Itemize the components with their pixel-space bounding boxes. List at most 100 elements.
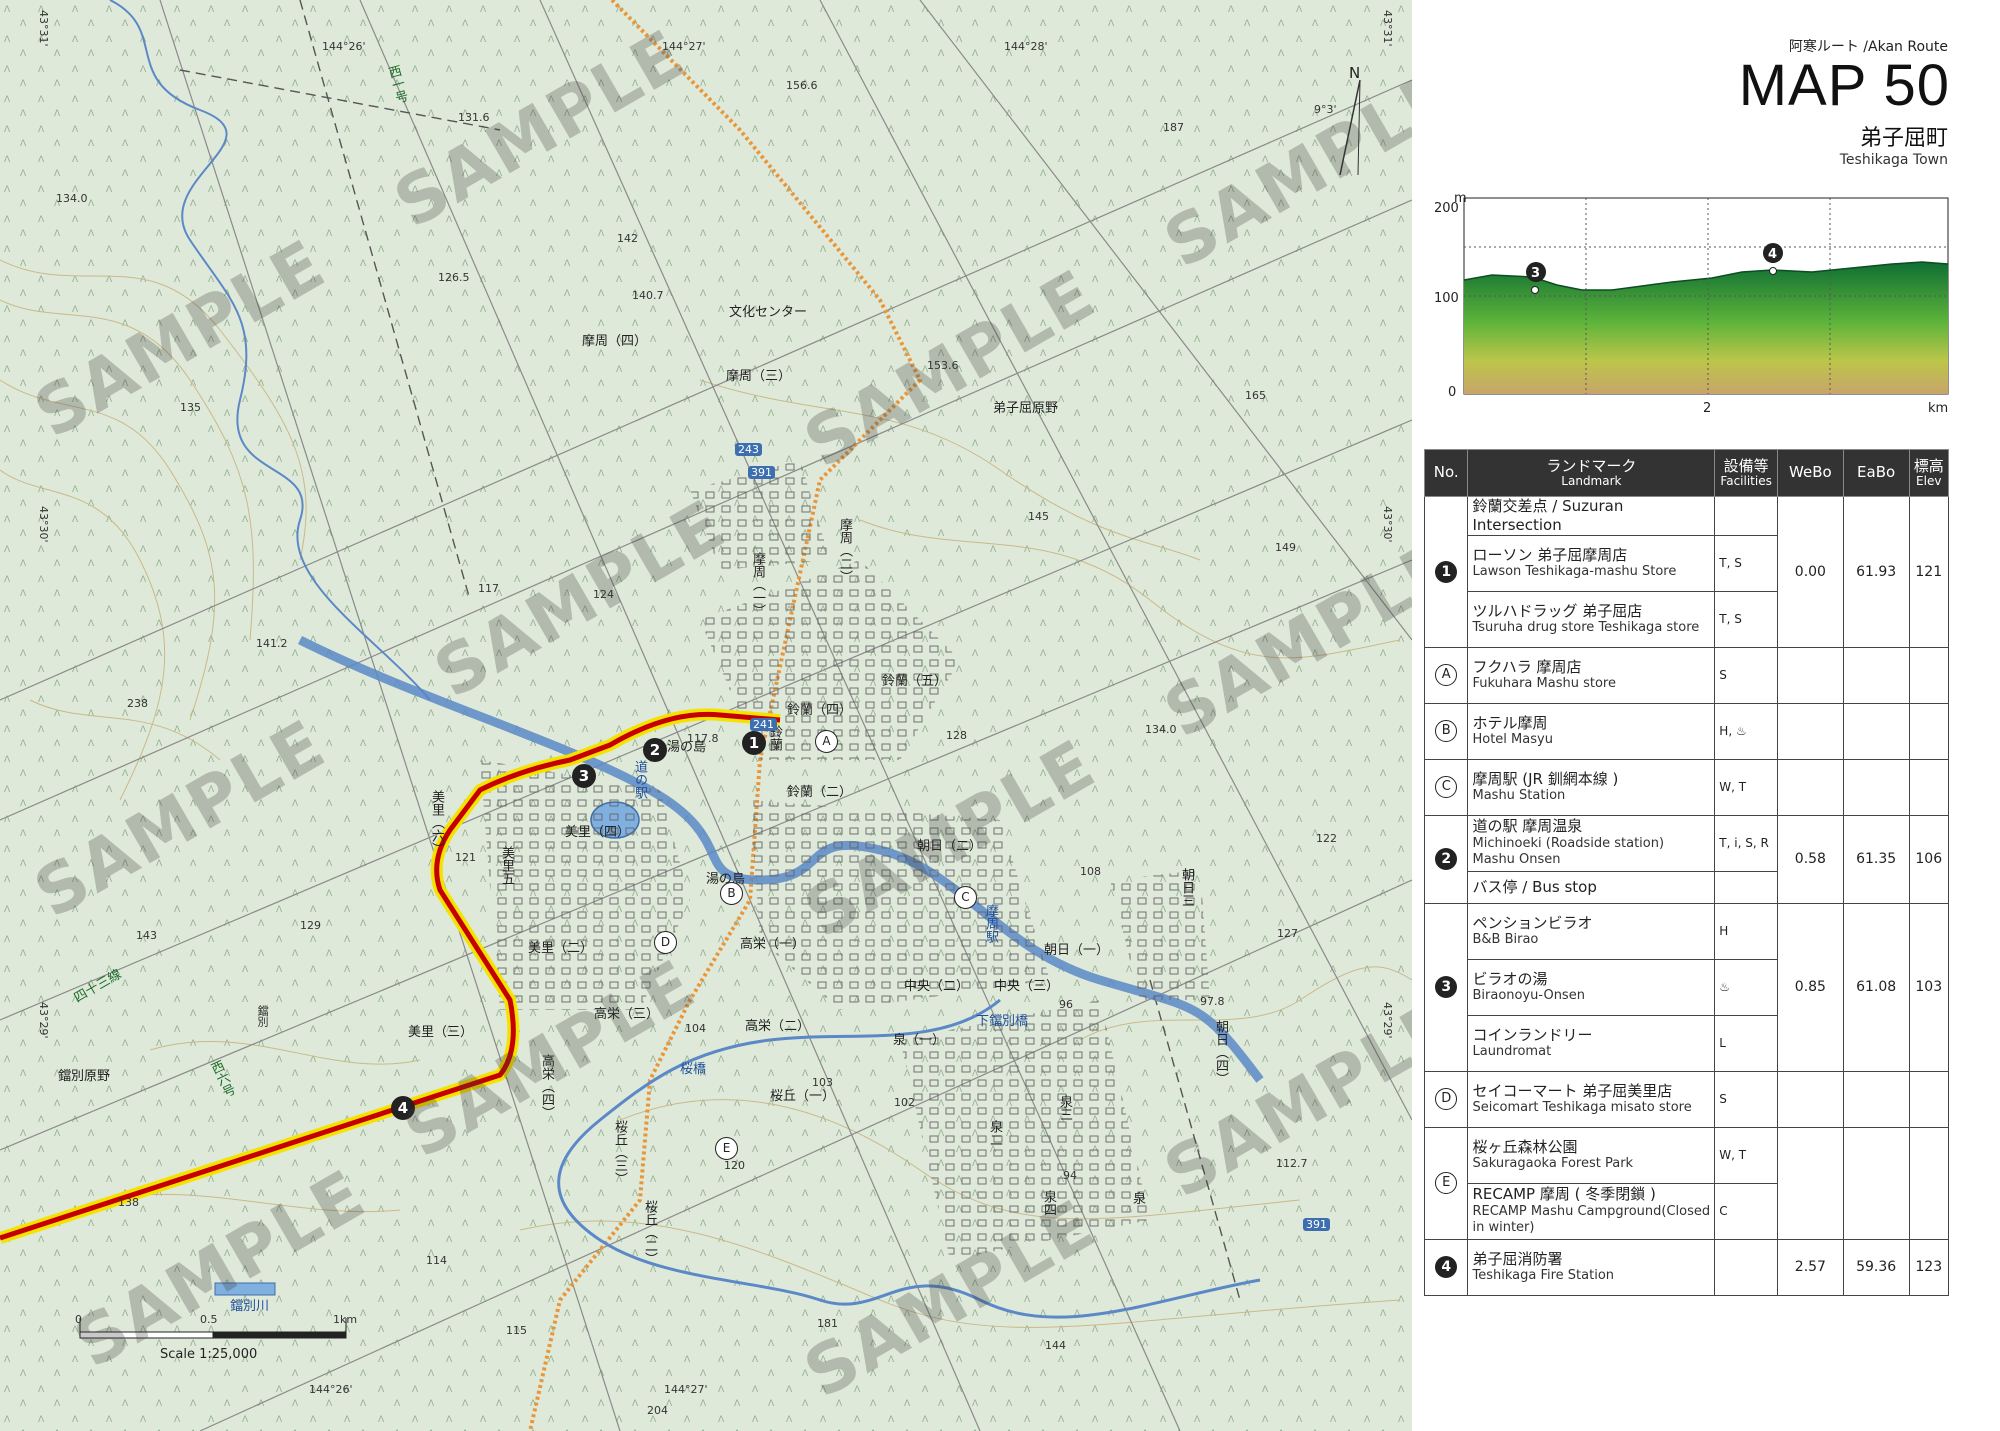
table-row[interactable]: C 摩周駅 (JR 釧網本線 ) Mashu Station W, T <box>1423 758 1949 816</box>
town-name-en: Teshikaga Town <box>1839 152 1948 168</box>
table-row[interactable]: 4 弟子屈消防署 Teshikaga Fire Station 2.57 59.36 12… <box>1423 1238 1949 1296</box>
row-number: B <box>1423 702 1469 760</box>
table-row[interactable]: E 桜ヶ丘森林公園 Sakuragaoka Forest Park W, T <box>1423 1126 1949 1240</box>
info-panel: 阿寒ルート /Akan Route MAP 50 弟子屈町 Teshikaga … <box>1412 0 2000 1431</box>
profile-y-tick: 100 <box>1434 291 1459 306</box>
landmark-number-badge: 4 <box>1435 1256 1458 1278</box>
elevation-label: 102 <box>894 1096 915 1109</box>
landmark-name-jp: コインランドリー <box>1472 1025 1593 1044</box>
row-number: D <box>1423 1070 1469 1128</box>
lat-label: 43°30' <box>1381 506 1394 543</box>
landmark-name: ツルハドラッグ 弟子屈店 Tsuruha drug store Teshikaga… <box>1467 590 1716 648</box>
scale-tick: 1km <box>333 1313 358 1326</box>
district-label: 朝日（二） <box>917 839 983 854</box>
district-label: 摩周（四） <box>582 334 648 349</box>
lat-label: 43°30' <box>37 506 50 543</box>
eabo-value: 59.36 <box>1842 1238 1910 1296</box>
landmark-name: 弟子屈消防署 Teshikaga Fire Station <box>1467 1238 1716 1296</box>
facilities: ♨ <box>1714 958 1778 1016</box>
route-marker-3[interactable]: 3 <box>572 764 596 788</box>
landmark-name-jp: RECAMP 摩周 ( 冬季閉鎖 ) <box>1472 1185 1656 1204</box>
scale-label: Scale 1:25,000 <box>160 1347 258 1362</box>
landmark-marker-c[interactable]: C <box>954 886 977 909</box>
facilities: H, ♨ <box>1714 702 1778 760</box>
elevation-label: 156.6 <box>786 79 818 92</box>
lat-label: 43°29' <box>37 1002 50 1039</box>
lon-label: 144°26' <box>309 1383 353 1396</box>
landmark-name: 摩周駅 (JR 釧網本線 ) Mashu Station <box>1467 758 1716 816</box>
district-label: 泉 <box>1133 1192 1147 1207</box>
elevation-label: 142 <box>617 232 638 245</box>
elevation-label: 97.8 <box>1200 995 1225 1008</box>
district-label: 摩周（二） <box>837 518 852 583</box>
elevation-label: 134.0 <box>56 192 88 205</box>
route-shield: 243 <box>735 443 762 456</box>
elev-value: 121 <box>1908 496 1949 648</box>
table-row[interactable]: 2 道の駅 摩周温泉 Michinoeki (Roadside station) M… <box>1423 814 1949 904</box>
table-row[interactable]: 1 鈴蘭交差点 / Suzuran Intersection 0.00 61.93 12… <box>1423 496 1949 648</box>
elevation-label: 104 <box>685 1022 706 1035</box>
webo-value: 0.00 <box>1777 496 1844 648</box>
lon-label: 144°27' <box>664 1383 708 1396</box>
webo-value <box>1777 646 1844 704</box>
elev-value: 106 <box>1908 814 1949 904</box>
profile-marker-3: 3 <box>1531 266 1540 281</box>
elevation-label: 131.6 <box>458 111 490 124</box>
landmark-name-en: Teshikaga Fire Station <box>1472 1268 1615 1284</box>
north-label: N <box>1349 64 1361 82</box>
webo-value: 0.58 <box>1777 814 1844 904</box>
elevation-label: 122 <box>1316 832 1337 845</box>
col-landmark: ランドマーク Landmark <box>1467 449 1716 497</box>
landmark-marker-b[interactable]: B <box>720 882 743 905</box>
district-label: 鈴蘭（二） <box>787 785 853 800</box>
landmark-name-en: Michinoeki (Roadside station) Mashu Onse… <box>1472 836 1665 868</box>
route-marker-2[interactable]: 2 <box>643 738 667 762</box>
lat-label: 43°29' <box>1381 1002 1394 1039</box>
landmark-marker-d[interactable]: D <box>654 931 677 954</box>
declination-label: 9°3' <box>1314 103 1337 116</box>
district-label: 中央（二） <box>904 979 970 994</box>
facilities: W, T <box>1714 1126 1778 1184</box>
district-label: 泉（一） <box>893 1033 946 1048</box>
landmark-name-en: Seicomart Teshikaga misato store <box>1472 1100 1692 1116</box>
col-no: No. <box>1423 449 1469 497</box>
district-label: 高栄（一） <box>740 937 806 952</box>
facilities <box>1714 496 1778 536</box>
landmark-number-badge: A <box>1435 664 1458 686</box>
landmark-name-en: Biraonoyu-Onsen <box>1472 988 1585 1004</box>
route-marker-1[interactable]: 1 <box>742 731 766 755</box>
facilities <box>1714 1238 1778 1296</box>
landmark-number-badge: D <box>1435 1088 1458 1110</box>
table-row[interactable]: 3 ペンションビラオ B&B Birao H 0.85 61.08 103 <box>1423 902 1949 1072</box>
district-label: 美里（二） <box>528 941 594 956</box>
elev-value <box>1908 702 1949 760</box>
webo-value <box>1777 702 1844 760</box>
eabo-value <box>1842 1126 1910 1240</box>
topographic-map[interactable]: Λ Λ <box>0 0 1412 1431</box>
district-label: 泉四 <box>1041 1190 1056 1216</box>
place-label: 鐺別 <box>256 1005 269 1027</box>
profile-y-tick: 200 <box>1434 201 1459 216</box>
landmark-name-jp: バス停 / Bus stop <box>1472 877 1597 896</box>
district-label: 美里（三） <box>408 1025 474 1040</box>
river-label: 鐺別川 <box>230 1299 270 1314</box>
landmark-name-en: Laundromat <box>1472 1044 1552 1060</box>
elevation-label: 103 <box>812 1076 833 1089</box>
eabo-value <box>1842 702 1910 760</box>
elevation-label: 238 <box>127 697 148 710</box>
district-label: 摩周（三） <box>726 369 792 384</box>
table-row[interactable]: A フクハラ 摩周店 Fukuhara Mashu store S <box>1423 646 1949 704</box>
landmark-name-jp: ローソン 弟子屈摩周店 <box>1472 545 1628 564</box>
elevation-label: 149 <box>1275 541 1296 554</box>
landmark-marker-a[interactable]: A <box>815 730 838 753</box>
town-name-jp: 弟子屈町 <box>1859 126 1948 151</box>
route-marker-4[interactable]: 4 <box>391 1096 415 1120</box>
row-number: C <box>1423 758 1469 816</box>
row-number: 1 <box>1423 496 1469 648</box>
landmark-table: No. ランドマーク Landmark 設備等 Facilities WeBo Ea… <box>1423 449 1949 1296</box>
place-label: 道の駅 <box>632 760 647 799</box>
landmark-marker-e[interactable]: E <box>715 1137 738 1160</box>
table-row[interactable]: B ホテル摩周 Hotel Masyu H, ♨ <box>1423 702 1949 760</box>
landmark-number-badge: B <box>1435 720 1458 742</box>
table-row[interactable]: D セイコーマート 弟子屈美里店 Seicomart Teshikaga misat… <box>1423 1070 1949 1128</box>
